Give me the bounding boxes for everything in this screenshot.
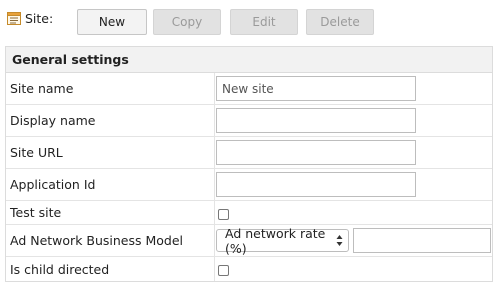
test-site-label: Test site [6,201,215,224]
site-name-input[interactable] [216,76,416,101]
general-settings-panel: General settings Site name Display name … [5,46,493,282]
copy-button[interactable]: Copy [153,9,221,35]
up-down-arrows-icon [336,235,343,246]
site-label: Site: [25,11,54,26]
list-window-icon [7,12,21,25]
application-id-row: Application Id [6,169,492,201]
panel-header: General settings [6,47,492,73]
test-site-row: Test site [6,201,492,225]
site-name-label: Site name [6,73,215,104]
display-name-row: Display name [6,105,492,137]
site-url-label: Site URL [6,137,215,168]
new-button[interactable]: New [77,9,147,35]
business-model-select[interactable]: Ad network rate (%) [216,226,349,256]
site-label-group: Site: [7,11,53,26]
child-directed-checkbox[interactable] [218,265,229,276]
rate-value-input[interactable] [353,228,491,253]
business-model-label: Ad Network Business Model [6,225,215,256]
toolbar: Site: New Copy Edit Delete [0,0,494,44]
delete-button[interactable]: Delete [306,9,374,35]
test-site-checkbox[interactable] [218,208,229,220]
application-id-input[interactable] [216,172,416,197]
application-id-label: Application Id [6,169,215,200]
edit-button[interactable]: Edit [230,9,298,35]
display-name-label: Display name [6,105,215,136]
site-name-row: Site name [6,73,492,105]
child-directed-label: Is child directed [6,257,215,281]
business-model-row: Ad Network Business Model Ad network rat… [6,225,492,257]
business-model-selected: Ad network rate (%) [225,225,326,256]
display-name-input[interactable] [216,108,416,133]
child-directed-row: Is child directed [6,257,492,281]
site-url-input[interactable] [216,140,416,165]
site-url-row: Site URL [6,137,492,169]
